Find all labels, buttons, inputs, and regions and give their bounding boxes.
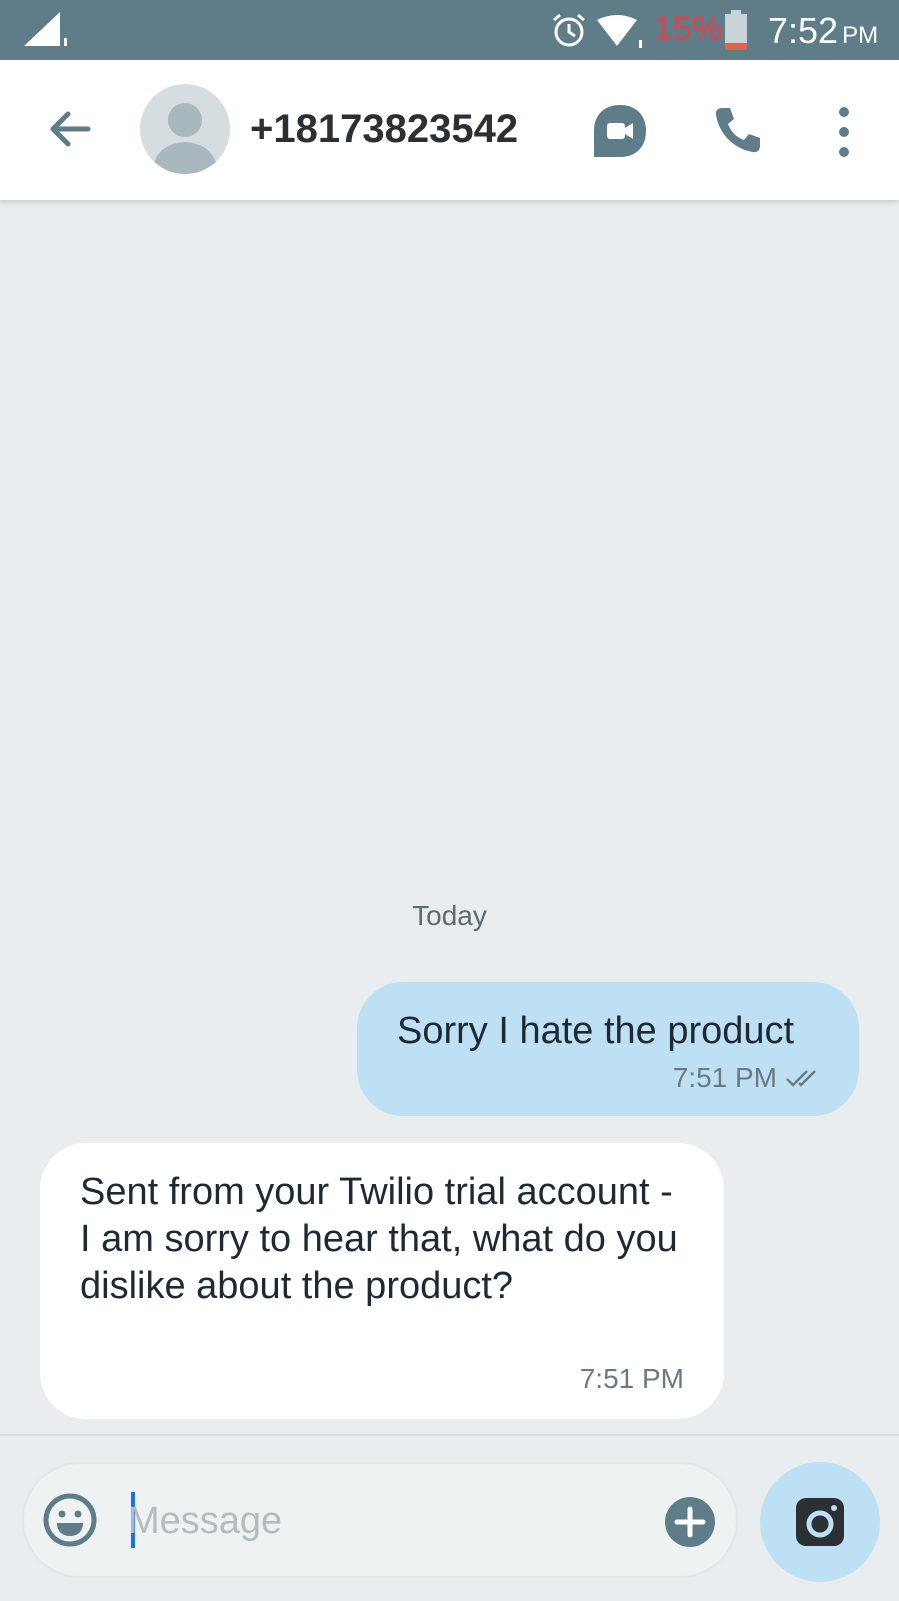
camera-icon (796, 1498, 844, 1546)
wifi-icon (597, 15, 642, 48)
add-icon[interactable] (664, 1496, 716, 1548)
message-text: Sent from your Twilio trial account - I … (80, 1171, 678, 1307)
incoming-message[interactable]: Sent from your Twilio trial account - I … (40, 1143, 724, 1419)
message-text: Sorry I hate the product (397, 1010, 795, 1052)
battery-percent: 15% (654, 10, 723, 48)
double-check-icon (786, 1070, 816, 1087)
composer (0, 1434, 899, 1601)
battery-icon (725, 10, 747, 50)
video-call-icon[interactable] (592, 103, 648, 159)
clock-ampm: PM (842, 22, 879, 49)
back-arrow-icon[interactable] (44, 104, 94, 154)
phone-icon[interactable] (712, 104, 764, 156)
avatar[interactable] (140, 84, 230, 174)
message-time: 7:51 PM (579, 1363, 684, 1394)
contact-name: +18173823542 (250, 107, 519, 151)
status-clock: 7:52 PM (768, 10, 878, 52)
signal-icon (24, 12, 67, 46)
emoji-icon[interactable] (42, 1492, 98, 1548)
outgoing-message[interactable]: Sorry I hate the product 7:51 PM (357, 982, 859, 1116)
date-divider: Today (412, 900, 487, 931)
composer-field (22, 1462, 738, 1578)
camera-button[interactable] (760, 1462, 880, 1582)
status-bar: 15% 7:52 PM (0, 0, 899, 60)
alarm-icon (553, 13, 585, 47)
message-meta: 7:51 PM (673, 1062, 821, 1094)
message-time: 7:51 PM (672, 1062, 777, 1093)
person-icon (152, 103, 218, 174)
more-vert-icon[interactable] (822, 102, 866, 162)
conversation-header: +18173823542 (0, 60, 899, 200)
clock-time: 7:52 (768, 10, 839, 51)
message-input[interactable] (128, 1484, 648, 1558)
